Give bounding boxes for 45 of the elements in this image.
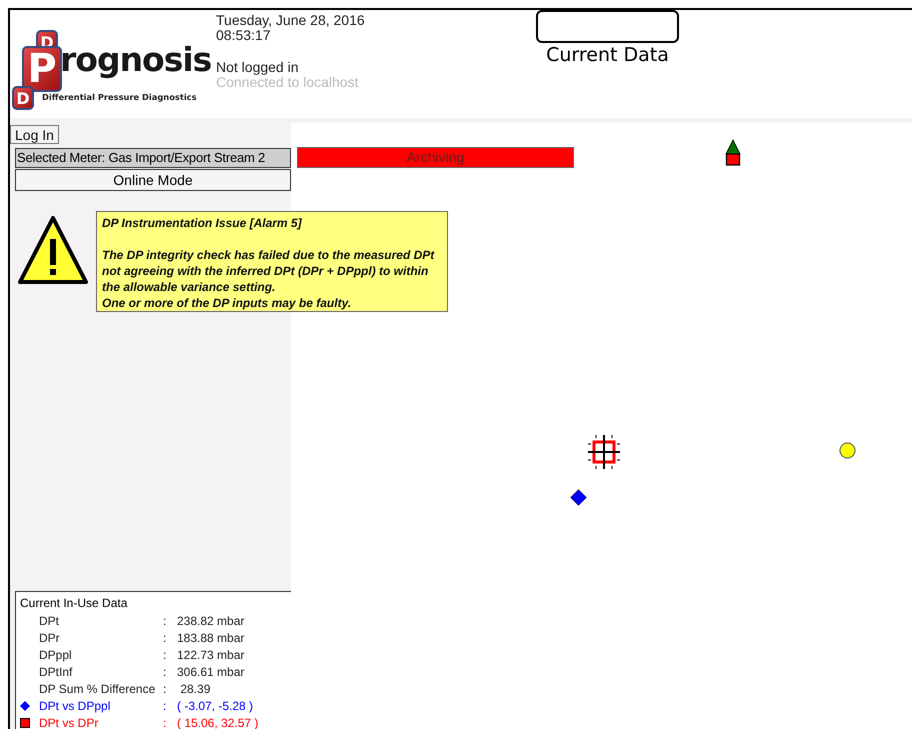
data-value: 238.82 mbar <box>177 614 246 628</box>
data-value: 183.88 mbar <box>177 630 246 644</box>
crosshair-marker-icon <box>587 434 621 470</box>
data-label: DPtInf <box>39 664 74 678</box>
separator: : <box>163 698 168 712</box>
time-text: 08:53:17 <box>216 28 270 43</box>
separator: : <box>163 630 168 644</box>
data-value: ( -3.07, -5.28 ) <box>177 698 254 712</box>
selected-meter: Selected Meter: Gas Import/Export Stream 2 <box>15 148 291 168</box>
house-marker-icon <box>725 139 741 166</box>
logo-letter: D <box>12 86 34 110</box>
separator: : <box>163 648 168 662</box>
data-label: DPr <box>39 630 61 644</box>
data-label: DPt vs DPppl <box>39 698 112 712</box>
data-label: DPt vs DPr <box>39 716 100 729</box>
login-status: Not logged in <box>216 60 299 75</box>
diamond-marker-icon <box>570 489 587 506</box>
date-text: Tuesday, June 28, 2016 <box>216 13 365 28</box>
data-label: DP Sum % Difference <box>39 682 156 696</box>
alarm-text: One or more of the DP inputs may be faulty. <box>102 295 352 311</box>
alarm-text: the allowable variance setting. <box>102 279 276 295</box>
view-title: Current Data <box>546 44 669 66</box>
panel-title: Current In-Use Data <box>20 595 128 612</box>
data-value: ( 15.06, 32.57 ) <box>177 716 260 729</box>
alarm-text: not agreeing with the inferred DPt (DPr + DPppl) to within <box>102 263 430 279</box>
separator: : <box>163 716 168 729</box>
data-label: DPppl <box>39 648 73 662</box>
archiving-status: Archiving <box>297 147 574 168</box>
warning-icon <box>17 215 89 285</box>
login-button[interactable]: Log In <box>10 125 59 144</box>
alarm-title: DP Instrumentation Issue [Alarm 5] <box>102 215 303 231</box>
connection-status: Connected to localhost <box>216 75 358 90</box>
logo-tagline: Differential Pressure Diagnostics <box>42 92 197 102</box>
alarm-text: The DP integrity check has failed due to the measured DPt <box>102 247 436 263</box>
logo-text: rognosis <box>60 40 212 79</box>
data-label: DPt <box>39 614 60 628</box>
logo-letter: P <box>22 46 62 92</box>
circle-marker-icon <box>839 442 856 459</box>
data-value: 306.61 mbar <box>177 664 246 678</box>
mode-indicator: Online Mode <box>15 169 291 191</box>
data-value: 28.39 <box>179 682 212 696</box>
separator: : <box>163 664 168 678</box>
data-value: 122.73 mbar <box>177 648 246 662</box>
separator: : <box>163 614 168 628</box>
separator: : <box>163 682 168 696</box>
